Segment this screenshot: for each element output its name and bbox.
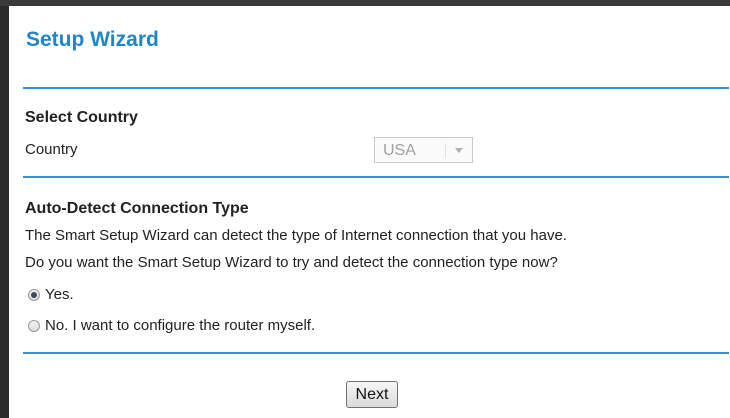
radio-option-no[interactable]: No. I want to configure the router mysel… (28, 317, 315, 334)
radio-button-unchecked[interactable] (28, 319, 40, 332)
description-line-2: Do you want the Smart Setup Wizard to tr… (25, 254, 558, 271)
setup-wizard-panel: Setup Wizard Select Country Country USA … (9, 6, 730, 418)
description-line-1: The Smart Setup Wizard can detect the ty… (25, 227, 567, 244)
window-frame-left (0, 0, 9, 418)
next-button[interactable]: Next (346, 381, 398, 408)
select-country-heading: Select Country (25, 109, 138, 126)
country-label: Country (25, 141, 78, 158)
country-select[interactable]: USA (374, 137, 473, 163)
section-divider (23, 87, 729, 89)
page-title: Setup Wizard (26, 28, 159, 51)
radio-button-checked[interactable] (28, 288, 40, 301)
select-divider (445, 143, 446, 158)
section-divider (23, 176, 729, 178)
country-select-value: USA (383, 142, 416, 159)
radio-option-yes[interactable]: Yes. (28, 286, 74, 303)
chevron-down-icon (455, 148, 463, 153)
section-divider (23, 352, 729, 354)
radio-label-yes: Yes. (45, 286, 74, 303)
radio-label-no: No. I want to configure the router mysel… (45, 317, 316, 334)
auto-detect-heading: Auto-Detect Connection Type (25, 200, 249, 217)
